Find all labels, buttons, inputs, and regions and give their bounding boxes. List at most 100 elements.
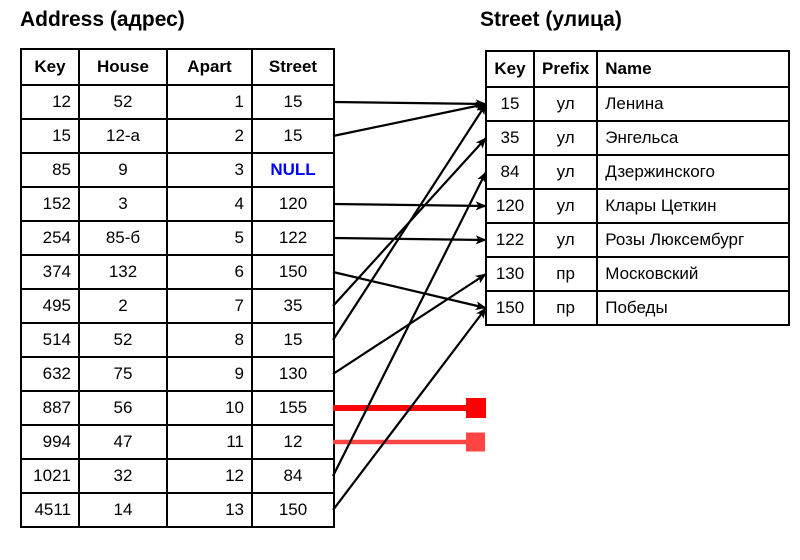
street-row: 150 пр Победы: [485, 290, 791, 326]
address-cell-apart: 7: [166, 288, 253, 324]
address-row: 994 47 11 12: [20, 424, 335, 460]
street-cell-name: Дзержинского: [596, 154, 791, 190]
address-cell-street: 130: [251, 356, 335, 392]
address-cell-key: 514: [20, 322, 80, 358]
street-header-key: Key: [485, 50, 535, 88]
street-cell-prefix: ул: [532, 154, 599, 190]
address-cell-street: 120: [251, 186, 335, 222]
address-cell-key: 994: [20, 424, 80, 460]
street-cell-name: Ленина: [596, 86, 791, 122]
address-cell-key: 495: [20, 288, 80, 324]
null-value: NULL: [270, 160, 316, 179]
address-cell-house: 85-б: [78, 220, 168, 256]
diagram-canvas: Address (адрес) Street (улица) Key House…: [0, 0, 800, 560]
street-cell-name: Энгельса: [596, 120, 791, 156]
street-cell-key: 35: [485, 120, 535, 156]
address-row: 85 9 3 NULL: [20, 152, 335, 188]
address-row: 632 75 9 130: [20, 356, 335, 392]
street-row: 15 ул Ленина: [485, 86, 791, 122]
street-header-row: Key Prefix Name: [485, 50, 791, 88]
address-row: 495 2 7 35: [20, 288, 335, 324]
address-header-street: Street: [251, 48, 335, 86]
link-terminator-square: [466, 432, 485, 452]
address-cell-street: NULL: [251, 152, 335, 188]
address-cell-key: 4511: [20, 492, 80, 528]
address-cell-key: 254: [20, 220, 80, 256]
street-cell-name: Московский: [596, 256, 791, 292]
address-cell-street: 150: [251, 254, 335, 290]
address-cell-house: 52: [78, 322, 168, 358]
address-row: 4511 14 13 150: [20, 492, 335, 528]
street-cell-prefix: ул: [532, 188, 599, 224]
address-row: 15 12-а 2 15: [20, 118, 335, 154]
link-line-resolved: [332, 101, 487, 138]
address-row: 12 52 1 15: [20, 84, 335, 120]
address-row: 514 52 8 15: [20, 322, 335, 358]
street-cell-key: 120: [485, 188, 535, 224]
address-cell-apart: 12: [166, 458, 253, 494]
street-table: Key Prefix Name 15 ул Ленина 35 ул Энгельса 84…: [485, 50, 791, 326]
link-terminator-square: [466, 398, 486, 418]
address-row: 152 3 4 120: [20, 186, 335, 222]
address-cell-key: 12: [20, 84, 80, 120]
address-cell-apart: 9: [166, 356, 253, 392]
link-line-resolved: [332, 103, 487, 341]
address-cell-street: 15: [251, 322, 335, 358]
street-cell-name: Клары Цеткин: [596, 188, 791, 224]
link-line-resolved: [332, 201, 487, 211]
address-cell-apart: 8: [166, 322, 253, 358]
address-cell-house: 52: [78, 84, 168, 120]
street-cell-key: 130: [485, 256, 535, 292]
street-cell-key: 84: [485, 154, 535, 190]
street-table-title: Street (улица): [480, 8, 622, 31]
address-row: 374 132 6 150: [20, 254, 335, 290]
street-cell-name: Победы: [596, 290, 791, 326]
street-cell-prefix: ул: [532, 86, 599, 122]
address-cell-key: 15: [20, 118, 80, 154]
address-cell-apart: 1: [166, 84, 253, 120]
address-header-key: Key: [20, 48, 80, 86]
address-row: 887 56 10 155: [20, 390, 335, 426]
street-header-prefix: Prefix: [532, 50, 599, 88]
street-header-name: Name: [596, 50, 791, 88]
address-cell-key: 887: [20, 390, 80, 426]
street-row: 84 ул Дзержинского: [485, 154, 791, 190]
address-cell-apart: 10: [166, 390, 253, 426]
address-cell-apart: 3: [166, 152, 253, 188]
address-header-apart: Apart: [166, 48, 253, 86]
address-cell-key: 1021: [20, 458, 80, 494]
street-cell-prefix: пр: [532, 290, 599, 326]
street-cell-prefix: ул: [532, 222, 599, 258]
address-cell-street: 155: [251, 390, 335, 426]
address-cell-house: 132: [78, 254, 168, 290]
address-cell-house: 9: [78, 152, 168, 188]
street-cell-prefix: ул: [532, 120, 599, 156]
address-cell-street: 15: [251, 118, 335, 154]
address-cell-house: 2: [78, 288, 168, 324]
address-cell-apart: 2: [166, 118, 253, 154]
street-cell-prefix: пр: [532, 256, 599, 292]
link-line-resolved: [332, 307, 487, 511]
address-cell-street: 35: [251, 288, 335, 324]
address-cell-house: 32: [78, 458, 168, 494]
address-cell-key: 374: [20, 254, 80, 290]
street-cell-key: 150: [485, 290, 535, 326]
address-table: Key House Apart Street 12 52 1 15 15 12-а 2 15 8…: [20, 48, 335, 528]
address-cell-house: 47: [78, 424, 168, 460]
street-cell-key: 15: [485, 86, 535, 122]
address-cell-key: 632: [20, 356, 80, 392]
address-cell-street: 84: [251, 458, 335, 494]
address-header-house: House: [78, 48, 168, 86]
address-cell-apart: 11: [166, 424, 253, 460]
address-cell-street: 150: [251, 492, 335, 528]
address-cell-house: 14: [78, 492, 168, 528]
link-line-resolved: [332, 171, 487, 477]
address-cell-apart: 6: [166, 254, 253, 290]
address-cell-house: 75: [78, 356, 168, 392]
link-line-resolved: [332, 137, 487, 307]
street-row: 130 пр Московский: [485, 256, 791, 292]
address-header-row: Key House Apart Street: [20, 48, 335, 86]
address-cell-street: 12: [251, 424, 335, 460]
street-cell-name: Розы Люксембург: [596, 222, 791, 258]
street-row: 120 ул Клары Цеткин: [485, 188, 791, 224]
